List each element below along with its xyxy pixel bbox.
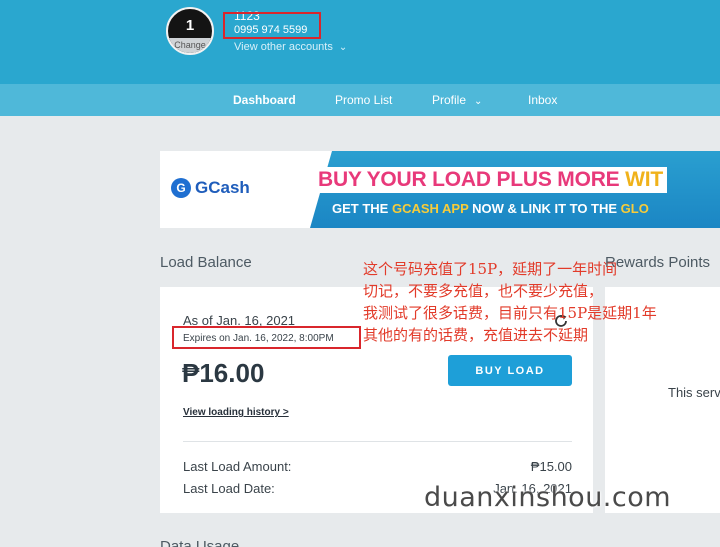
annotation-overlay: 这个号码充值了15P，延期了一年时间 切记，不要多充值，也不要少充值， 我测试了…: [363, 258, 657, 346]
view-other-accounts-label: View other accounts: [234, 41, 333, 53]
avatar-change-button[interactable]: Change: [168, 38, 212, 53]
nav-item-promo-list[interactable]: Promo List: [335, 84, 392, 116]
last-load-amount-value: ₱15.00: [530, 459, 572, 474]
page: 1 Change 1123 0995 974 5599 View other a…: [0, 0, 720, 547]
banner-headline: BUY YOUR LOAD PLUS MORE WIT: [314, 167, 668, 193]
nav-item-dashboard[interactable]: Dashboard: [233, 84, 296, 116]
gcash-promo-banner[interactable]: G GCash BUY YOUR LOAD PLUS MORE WIT GET T…: [160, 151, 720, 228]
gcash-logo-text: GCash: [195, 178, 250, 197]
last-load-date-label: Last Load Date:: [183, 481, 275, 496]
last-load-amount-label: Last Load Amount:: [183, 459, 292, 474]
view-loading-history-link[interactable]: View loading history >: [183, 407, 289, 418]
nav-bar: Dashboard Promo List Profile ⌄ Inbox: [0, 84, 720, 116]
load-balance-title: Load Balance: [160, 254, 252, 271]
nav-item-inbox[interactable]: Inbox: [528, 84, 557, 116]
annotation-line: 我测试了很多话费，目前只有15P是延期1年: [363, 304, 657, 322]
banner-headline-part1: BUY YOUR LOAD PLUS MORE: [318, 168, 626, 191]
banner-sub-part2: GCASH APP: [391, 201, 469, 216]
expiry-date: Expires on Jan. 16, 2022, 8:00PM: [183, 333, 334, 344]
banner-subline: GET THE GCASH APP NOW & LINK IT TO THE G…: [332, 201, 649, 216]
banner-sub-part1: GET THE: [332, 201, 392, 216]
annotation-line: 切记，不要多充值，也不要少充值，: [363, 282, 604, 300]
nav-item-profile-label: Profile: [432, 93, 467, 107]
chevron-down-icon: ⌄: [474, 96, 483, 107]
nav-item-profile[interactable]: Profile ⌄: [432, 84, 482, 116]
view-other-accounts-link[interactable]: View other accounts ⌄: [234, 41, 347, 53]
gcash-logo-icon: G: [171, 178, 191, 198]
account-highlight-box: [223, 12, 321, 39]
annotation-line: 这个号码充值了15P，延期了一年时间: [363, 260, 618, 278]
data-usage-title: Data Usage: [160, 538, 240, 547]
banner-sub-part3: NOW & LINK IT TO THE: [468, 201, 621, 216]
banner-headline-part2: WIT: [625, 168, 664, 191]
watermark: duanxinshou.com: [424, 482, 672, 513]
gcash-logo: G GCash: [171, 178, 250, 202]
chevron-down-icon: ⌄: [338, 42, 348, 53]
rewards-service-text: This serv: [668, 385, 720, 400]
balance-amount: ₱16.00: [182, 358, 265, 388]
avatar[interactable]: 1 Change: [166, 7, 214, 55]
avatar-initial: 1: [185, 17, 195, 34]
banner-sub-part4: GLO: [620, 201, 649, 216]
buy-load-button[interactable]: BUY LOAD: [448, 355, 572, 386]
annotation-line: 其他的有的话费，充值进去不延期: [363, 326, 589, 344]
banner-logo-panel: G GCash: [160, 151, 332, 228]
header: 1 Change 1123 0995 974 5599 View other a…: [0, 0, 720, 84]
divider: [183, 441, 572, 442]
